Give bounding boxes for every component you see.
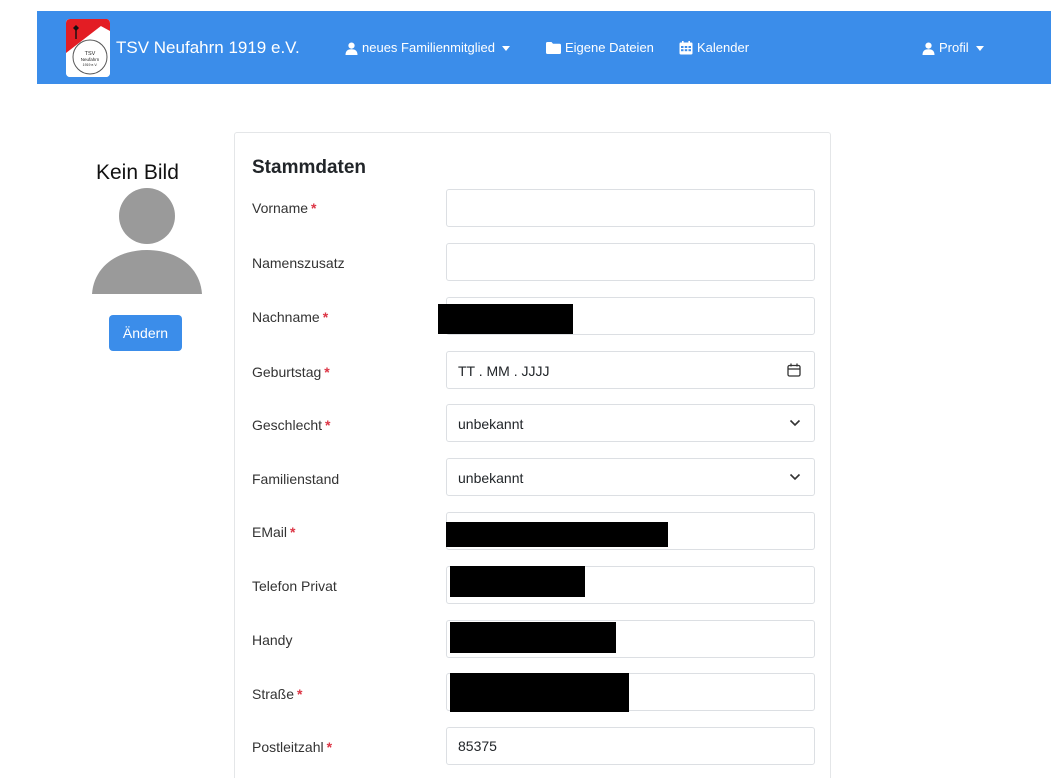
calendar-grid-icon <box>679 41 693 55</box>
redaction-box <box>438 304 573 334</box>
avatar-placeholder-icon <box>92 188 202 294</box>
label-vorname: Vorname * <box>252 200 317 216</box>
nav-own-files[interactable]: Eigene Dateien <box>546 40 654 56</box>
geburtstag-date-input[interactable]: TT . MM . JJJJ <box>446 351 815 389</box>
required-marker: * <box>324 364 330 380</box>
nav-calendar[interactable]: Kalender <box>679 40 749 56</box>
svg-text:1919 e.V.: 1919 e.V. <box>83 63 98 67</box>
familienstand-select[interactable]: unbekannt <box>446 458 815 496</box>
geschlecht-selected-value: unbekannt <box>458 416 524 432</box>
label-strasse: Straße * <box>252 686 303 702</box>
nav-own-files-label: Eigene Dateien <box>565 40 654 55</box>
nav-brand[interactable]: TSV Neufahrn 1919 e.V. <box>116 37 300 59</box>
chevron-down-icon <box>789 473 801 481</box>
label-geburtstag: Geburtstag * <box>252 364 330 380</box>
redaction-box <box>450 566 585 597</box>
chevron-down-icon <box>501 45 510 51</box>
label-nachname: Nachname * <box>252 309 329 325</box>
nav-new-family-member-dropdown[interactable]: neues Familienmitglied <box>345 40 510 56</box>
svg-text:Neufahrn: Neufahrn <box>81 57 100 62</box>
user-icon <box>345 42 358 55</box>
familienstand-selected-value: unbekannt <box>458 470 524 486</box>
folder-icon <box>546 42 561 54</box>
required-marker: * <box>325 417 331 433</box>
label-familienstand: Familienstand <box>252 471 340 487</box>
label-handy: Handy <box>252 632 293 648</box>
change-photo-button[interactable]: Ändern <box>109 315 182 351</box>
postleitzahl-input[interactable] <box>446 727 815 765</box>
label-telefon-privat: Telefon Privat <box>252 578 337 594</box>
nav-profile-label: Profil <box>939 40 969 55</box>
user-icon <box>922 42 935 55</box>
chevron-down-icon <box>975 45 984 51</box>
required-marker: * <box>322 309 329 325</box>
top-navbar: TSV Neufahrn 1919 e.V. TSV Neufahrn 1919… <box>37 11 1051 84</box>
label-namenszusatz: Namenszusatz <box>252 255 345 271</box>
card-title: Stammdaten <box>252 157 367 178</box>
geschlecht-select[interactable]: unbekannt <box>446 404 815 442</box>
redaction-box <box>450 622 616 653</box>
nav-profile-dropdown[interactable]: Profil <box>922 40 984 56</box>
label-email: EMail * <box>252 524 296 540</box>
redaction-box <box>446 522 668 547</box>
no-image-caption: Kein Bild <box>96 161 179 184</box>
label-geschlecht: Geschlecht * <box>252 417 331 433</box>
required-marker: * <box>311 200 317 216</box>
namenszusatz-input[interactable] <box>446 243 815 281</box>
club-logo[interactable]: TSV Neufahrn 1919 e.V. <box>66 19 110 77</box>
date-placeholder: TT . MM . JJJJ <box>458 363 550 379</box>
required-marker: * <box>290 524 296 540</box>
label-postleitzahl: Postleitzahl * <box>252 739 333 755</box>
required-marker: * <box>326 739 333 755</box>
nav-calendar-label: Kalender <box>697 40 750 55</box>
redaction-box <box>450 673 629 712</box>
calendar-icon[interactable] <box>787 363 801 377</box>
chevron-down-icon <box>789 419 801 427</box>
vorname-input[interactable] <box>446 189 815 227</box>
nav-new-family-member-label: neues Familienmitglied <box>362 40 495 55</box>
required-marker: * <box>297 686 303 702</box>
